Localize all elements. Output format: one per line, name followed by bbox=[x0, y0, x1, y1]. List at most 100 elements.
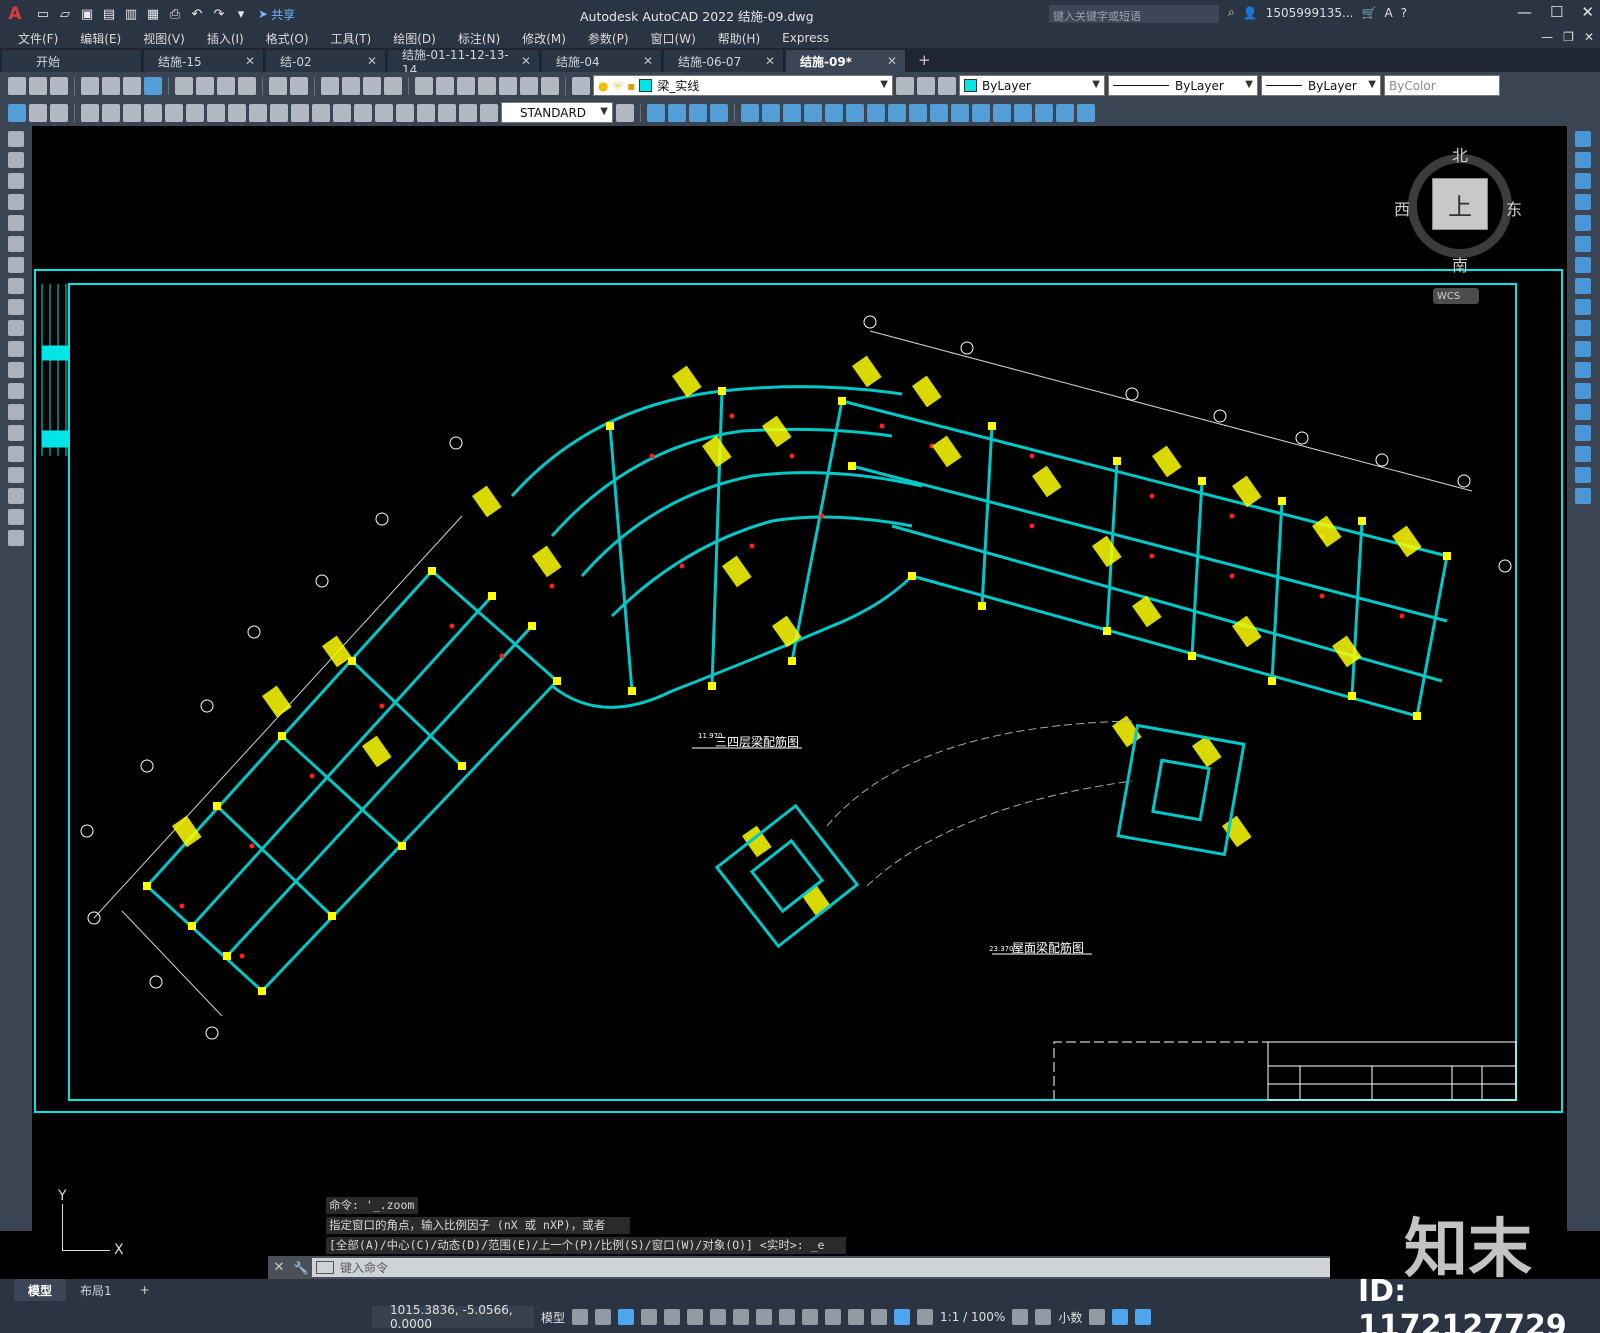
line-icon[interactable] bbox=[8, 131, 24, 147]
minimize-icon[interactable]: — bbox=[1517, 3, 1532, 21]
help-icon[interactable]: ? bbox=[1401, 6, 1407, 20]
wcs-menu-button[interactable]: WCS bbox=[1433, 288, 1479, 304]
menu-edit[interactable]: 编辑(E) bbox=[80, 30, 121, 47]
explode-icon[interactable] bbox=[1575, 488, 1591, 504]
hatch-icon[interactable] bbox=[8, 425, 24, 441]
angular-dimension-icon[interactable] bbox=[228, 103, 246, 122]
tab-close-icon[interactable]: ✕ bbox=[521, 54, 531, 68]
tab-file[interactable]: 结-02 ✕ bbox=[266, 50, 386, 72]
tolerance-icon[interactable] bbox=[354, 103, 372, 122]
dimstyle-dropdown[interactable]: STANDARD ▼ bbox=[501, 102, 613, 123]
help-icon[interactable] bbox=[541, 76, 559, 95]
array-icon[interactable] bbox=[741, 103, 759, 122]
selection-cycling-icon[interactable] bbox=[779, 1309, 796, 1325]
lineweight-dropdown[interactable]: ByLayer ▼ bbox=[1261, 75, 1381, 96]
reverse-icon[interactable] bbox=[1056, 103, 1074, 122]
chamfer-icon[interactable] bbox=[930, 103, 948, 122]
design-center-icon[interactable] bbox=[436, 76, 454, 95]
continue-icon[interactable] bbox=[291, 103, 309, 122]
dimension-break-icon[interactable] bbox=[333, 103, 351, 122]
tab-file[interactable]: 结施-01-11-12-13-14 ✕ bbox=[388, 48, 540, 77]
menu-tools[interactable]: 工具(T) bbox=[331, 30, 372, 47]
doc-minimize-icon[interactable]: — bbox=[1541, 30, 1553, 44]
grid-icon[interactable] bbox=[572, 1309, 589, 1325]
tab-close-icon[interactable]: ✕ bbox=[765, 54, 775, 68]
cart-icon[interactable]: 🛒 bbox=[1361, 6, 1376, 20]
maximize-icon[interactable]: ☐ bbox=[1550, 3, 1563, 21]
point-icon[interactable] bbox=[8, 404, 24, 420]
join-icon[interactable] bbox=[1575, 404, 1591, 420]
add-selected-icon[interactable] bbox=[8, 530, 24, 546]
arc-icon[interactable] bbox=[8, 236, 24, 252]
match-properties-icon[interactable] bbox=[238, 76, 256, 95]
user-icon[interactable]: 👤 bbox=[1243, 6, 1258, 20]
arc-length-icon[interactable] bbox=[123, 103, 141, 122]
print-icon[interactable]: ⎙ bbox=[166, 5, 184, 23]
zoom-window-icon[interactable] bbox=[363, 76, 381, 95]
zoom-realtime-icon[interactable] bbox=[342, 76, 360, 95]
properties-icon[interactable] bbox=[415, 76, 433, 95]
ordinate-icon[interactable] bbox=[144, 103, 162, 122]
polar-icon[interactable] bbox=[641, 1309, 658, 1325]
table-icon[interactable] bbox=[8, 488, 24, 504]
aligned-dimension-icon[interactable] bbox=[102, 103, 120, 122]
jogged-icon[interactable] bbox=[186, 103, 204, 122]
coordinates-readout[interactable]: 1015.3836, -5.0566, 0.0000 bbox=[372, 1303, 534, 1331]
offset-icon[interactable] bbox=[1575, 194, 1591, 210]
insert-block-icon[interactable] bbox=[8, 362, 24, 378]
tab-close-icon[interactable]: ✕ bbox=[887, 54, 897, 68]
jogged-linear-icon[interactable] bbox=[417, 103, 435, 122]
compass-south[interactable]: 南 bbox=[1452, 252, 1468, 276]
3d-print-icon[interactable] bbox=[144, 76, 162, 95]
calculator-icon[interactable] bbox=[520, 76, 538, 95]
edit-polyline-icon[interactable] bbox=[1077, 103, 1095, 122]
tab-close-icon[interactable]: ✕ bbox=[245, 54, 255, 68]
object-snap-icon[interactable] bbox=[710, 1309, 727, 1325]
mirror-icon[interactable] bbox=[689, 103, 707, 122]
dimension-space-icon[interactable] bbox=[312, 103, 330, 122]
add-layout-icon[interactable]: + bbox=[126, 1279, 164, 1301]
erase-icon[interactable] bbox=[1575, 131, 1591, 147]
tab-close-icon[interactable]: ✕ bbox=[367, 54, 377, 68]
gradient-icon[interactable] bbox=[8, 446, 24, 462]
copy-icon[interactable] bbox=[1575, 152, 1591, 168]
doc-restore-icon[interactable]: ❐ bbox=[1563, 30, 1574, 44]
inspection-icon[interactable] bbox=[396, 103, 414, 122]
dimension-edit-icon[interactable] bbox=[438, 103, 456, 122]
markup-icon[interactable] bbox=[499, 76, 517, 95]
mirror-icon[interactable] bbox=[1575, 173, 1591, 189]
new-icon[interactable] bbox=[8, 76, 26, 95]
user-name[interactable]: 1505999135... bbox=[1266, 6, 1354, 20]
menu-modify[interactable]: 修改(M) bbox=[522, 30, 566, 47]
center-mark-icon[interactable] bbox=[375, 103, 393, 122]
diameter-dimension-icon[interactable] bbox=[207, 103, 225, 122]
tab-file[interactable]: 结施-06-07 ✕ bbox=[664, 50, 784, 72]
tab-model[interactable]: 模型 bbox=[14, 1279, 67, 1301]
break-icon[interactable] bbox=[888, 103, 906, 122]
isodraft-icon[interactable] bbox=[664, 1309, 681, 1325]
compass-north[interactable]: 北 bbox=[1452, 142, 1468, 166]
undo-icon[interactable]: ↶ bbox=[188, 5, 206, 23]
rectangle-icon[interactable] bbox=[8, 215, 24, 231]
construction-line-icon[interactable] bbox=[8, 152, 24, 168]
circle-icon[interactable] bbox=[8, 257, 24, 273]
explode-icon[interactable] bbox=[993, 103, 1011, 122]
hardware-acceleration-icon[interactable] bbox=[1135, 1309, 1152, 1325]
lengthen-icon[interactable] bbox=[1014, 103, 1032, 122]
menu-view[interactable]: 视图(V) bbox=[143, 30, 185, 47]
multiline-text-icon[interactable] bbox=[8, 509, 24, 525]
3d-osnap-icon[interactable] bbox=[802, 1309, 819, 1325]
snap-icon[interactable] bbox=[595, 1309, 612, 1325]
cut-icon[interactable] bbox=[175, 76, 193, 95]
extend-icon[interactable] bbox=[1575, 341, 1591, 357]
object-snap-tracking-icon[interactable] bbox=[687, 1309, 704, 1325]
linetype-dropdown[interactable]: ByLayer ▼ bbox=[1108, 75, 1258, 96]
annotation-scale-value[interactable]: 1:1 / 100% bbox=[940, 1310, 1005, 1324]
quick-properties-icon[interactable] bbox=[1089, 1309, 1106, 1325]
save-icon[interactable] bbox=[50, 76, 68, 95]
color-dropdown[interactable]: ByLayer ▼ bbox=[959, 75, 1105, 96]
menu-insert[interactable]: 插入(I) bbox=[207, 30, 244, 47]
viewcube[interactable]: 上 北 南 东 西 bbox=[1394, 140, 1526, 276]
lineweight-icon[interactable] bbox=[733, 1309, 750, 1325]
help-search-input[interactable]: 键入关键字或短语 bbox=[1048, 4, 1220, 24]
